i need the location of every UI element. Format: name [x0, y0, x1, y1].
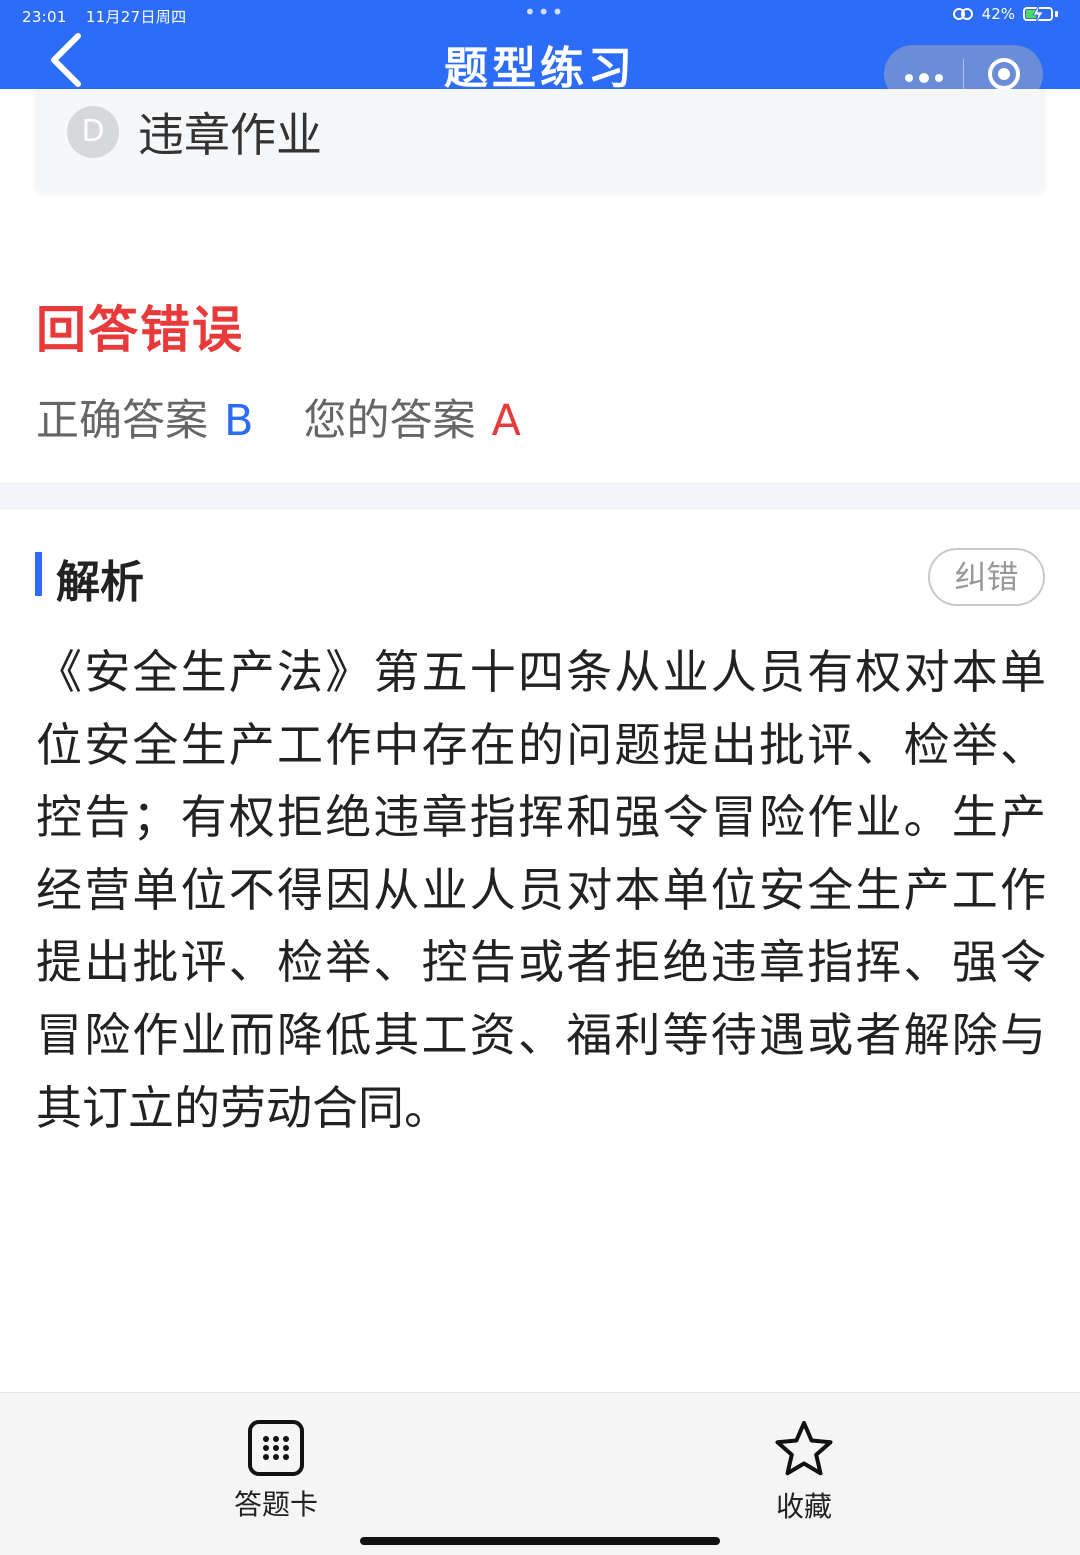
analysis-text: 《安全生产法》第五十四条从业人员有权对本单位安全生产工作中存在的问题提出批评、检… — [36, 645, 1046, 1135]
answer-summary: 正确答案 B 您的答案 A — [36, 386, 521, 448]
star-icon — [775, 1421, 833, 1476]
report-error-button[interactable]: 纠错 — [928, 548, 1045, 606]
bottom-toolbar: 答题卡 收藏 — [0, 1392, 1080, 1555]
more-dots-icon — [904, 72, 943, 83]
status-date: 11月27日周四 — [85, 8, 187, 26]
favorite-button[interactable]: 收藏 — [734, 1419, 874, 1525]
status-time: 23:01 — [22, 8, 67, 26]
status-bar-left: 23:01 11月27日周四 — [22, 6, 200, 27]
battery-icon — [1023, 5, 1053, 23]
option-d[interactable]: D 违章作业 — [34, 89, 1046, 193]
section-divider — [0, 482, 1080, 510]
wifi-link-icon — [952, 8, 973, 20]
option-letter: D — [67, 106, 119, 158]
section-accent-bar — [35, 552, 42, 596]
battery-percent: 42% — [981, 5, 1015, 23]
your-answer-value: A — [491, 396, 521, 446]
answer-card-label: 答题卡 — [233, 1488, 318, 1521]
grid-icon — [248, 1420, 304, 1476]
close-miniprogram-button[interactable] — [964, 56, 1043, 92]
your-answer-label: 您的答案 — [303, 396, 476, 446]
target-circle-icon — [987, 58, 1020, 90]
correct-answer-value: B — [224, 396, 254, 446]
header-bar: 23:01 11月27日周四 ••• 42% 题型练习 — [0, 0, 1080, 103]
answer-card-button[interactable]: 答题卡 — [206, 1419, 346, 1523]
result-status: 回答错误 — [36, 301, 244, 359]
more-menu-button[interactable] — [884, 58, 963, 91]
favorite-label: 收藏 — [775, 1490, 832, 1523]
home-indicator[interactable] — [360, 1537, 720, 1545]
analysis-title: 解析 — [56, 557, 144, 608]
correct-answer-label: 正确答案 — [36, 396, 208, 446]
status-bar-right: 42% — [952, 5, 1058, 23]
option-text: 违章作业 — [138, 108, 322, 162]
multitask-dots-icon[interactable]: ••• — [524, 0, 565, 24]
